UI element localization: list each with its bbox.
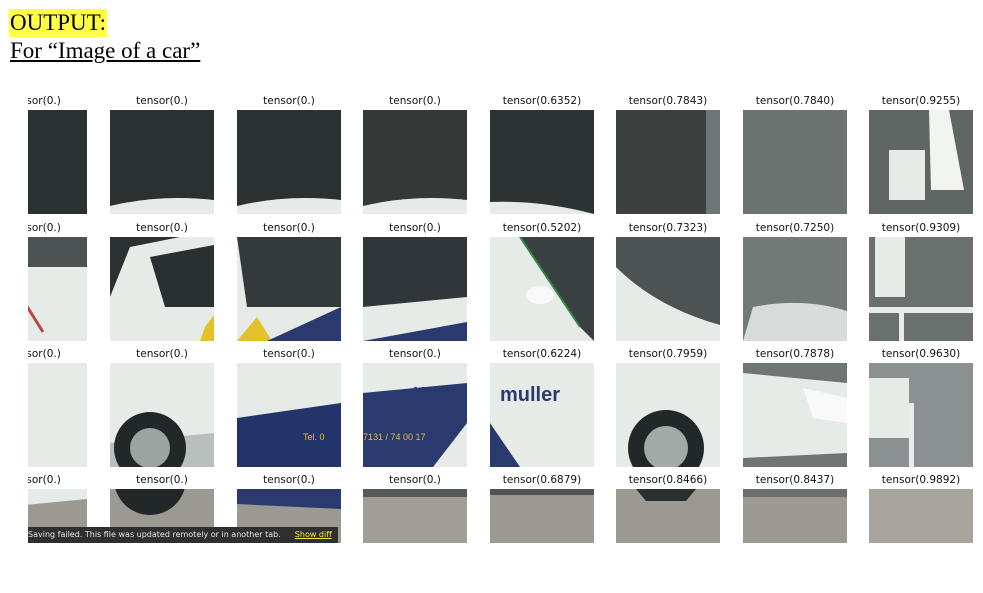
toast-message: Saving failed. This file was updated rem…	[28, 530, 281, 539]
image-patch	[616, 110, 720, 214]
patch-score-label: tensor(0.)	[389, 95, 441, 107]
image-patch	[869, 110, 973, 214]
patch-cell: tensor(0.6352)	[490, 94, 594, 214]
patch-cell: tensor(0.) KFZ i 7131 / 74 00 17	[363, 347, 467, 467]
patch-score-label: tensor(0.)	[389, 474, 441, 486]
image-patch	[490, 237, 594, 341]
image-patch	[616, 489, 720, 543]
patch-score-label: tensor(0.)	[389, 348, 441, 360]
patch-cell: tensor(0.5202)	[490, 221, 594, 341]
patch-score-label: tensor(0.)	[263, 474, 315, 486]
image-patch	[616, 237, 720, 341]
patch-cell: tensor(0.)	[110, 94, 214, 214]
image-patch	[110, 237, 214, 341]
patch-cell: tensor(0.7959)	[616, 347, 720, 467]
patch-score-label: tensor(0.6224)	[502, 348, 582, 360]
patch-score-label: tensor(0.9892)	[881, 474, 961, 486]
patch-cell: tensor(0.) Tel. 0	[237, 347, 341, 467]
patch-cell: tensor(0.7840)	[743, 94, 847, 214]
image-patch	[110, 110, 214, 214]
image-patch	[237, 237, 341, 341]
patch-score-label: tensor(0.7840)	[755, 95, 835, 107]
patch-score-label: tensor(0.)	[263, 222, 315, 234]
patch-score-label: tensor(0.)	[136, 95, 188, 107]
patch-cell: tensor(0.)	[110, 347, 214, 467]
patch-cell: tensor(0.) KFZ	[363, 221, 467, 341]
tile-decal-text: Tel. 0	[303, 432, 325, 442]
patch-cell: tensor(0.)	[363, 94, 467, 214]
patch-score-label: tensor(0.)	[389, 222, 441, 234]
image-patch: Tel. 0	[237, 363, 341, 467]
patch-score-label: tensor(0.7959)	[628, 348, 708, 360]
image-patch	[869, 363, 973, 467]
image-patch	[743, 363, 847, 467]
patch-cell: tensor(0.)	[237, 221, 341, 341]
image-patch	[237, 110, 341, 214]
patch-cell: tensor(0.9255)	[869, 94, 973, 214]
patch-score-label: tensor(0.7323)	[628, 222, 708, 234]
image-patch: KFZ	[363, 237, 467, 341]
patch-score-label: tensor(0.)	[136, 348, 188, 360]
patch-cell: tensor(0.7323)	[616, 221, 720, 341]
image-patch	[363, 489, 467, 543]
patch-score-label: tensor(0.)	[263, 95, 315, 107]
patch-cell: tensor(0.)	[110, 221, 214, 341]
patch-score-label: tensor(0.8466)	[628, 474, 708, 486]
patch-score-label: tensor(0.5202)	[502, 222, 582, 234]
patch-grid: tensor(0.) tensor(0.) tensor(0.) tensor(0.)…	[0, 0, 983, 555]
show-diff-link[interactable]: Show diff	[295, 530, 332, 539]
patch-score-label: tensor(0.6879)	[502, 474, 582, 486]
image-patch	[743, 237, 847, 341]
tile-decal-text: muller	[500, 384, 561, 406]
patch-score-label: tensor(0.7878)	[755, 348, 835, 360]
tile-decal-text: 7131 / 74 00 17	[363, 432, 426, 442]
image-patch	[869, 237, 973, 341]
patch-cell: tensor(0.)	[237, 94, 341, 214]
patch-cell: tensor(0.7878)	[743, 347, 847, 467]
image-patch	[110, 363, 214, 467]
left-clip-area	[0, 90, 28, 555]
patch-cell: tensor(0.)	[363, 473, 467, 593]
image-patch	[743, 110, 847, 214]
patch-score-label: tensor(0.7843)	[628, 95, 708, 107]
patch-cell: tensor(0.9309)	[869, 221, 973, 341]
patch-score-label: tensor(0.9630)	[881, 348, 961, 360]
image-patch	[616, 363, 720, 467]
patch-score-label: tensor(0.)	[136, 222, 188, 234]
patch-cell: tensor(0.7250)	[743, 221, 847, 341]
patch-score-label: tensor(0.)	[263, 348, 315, 360]
patch-cell: tensor(0.6879)	[490, 473, 594, 593]
patch-cell: tensor(0.6224) muller	[490, 347, 594, 467]
image-patch	[490, 110, 594, 214]
image-patch	[743, 489, 847, 543]
tile-decal-text: KFZ i	[413, 384, 458, 404]
patch-score-label: tensor(0.6352)	[502, 95, 582, 107]
image-patch: KFZ i 7131 / 74 00 17	[363, 363, 467, 467]
patch-score-label: tensor(0.9255)	[881, 95, 961, 107]
patch-cell: tensor(0.7843)	[616, 94, 720, 214]
image-patch	[490, 489, 594, 543]
patch-score-label: tensor(0.)	[136, 474, 188, 486]
image-patch: muller	[490, 363, 594, 467]
patch-cell: tensor(0.9892)	[869, 473, 973, 593]
patch-score-label: tensor(0.7250)	[755, 222, 835, 234]
image-patch	[363, 110, 467, 214]
patch-cell: tensor(0.8466)	[616, 473, 720, 593]
patch-cell: tensor(0.9630)	[869, 347, 973, 467]
patch-score-label: tensor(0.9309)	[881, 222, 961, 234]
patch-cell: tensor(0.8437)	[743, 473, 847, 593]
save-failed-toast: Saving failed. This file was updated rem…	[28, 527, 338, 543]
patch-score-label: tensor(0.8437)	[755, 474, 835, 486]
image-patch	[869, 489, 973, 543]
